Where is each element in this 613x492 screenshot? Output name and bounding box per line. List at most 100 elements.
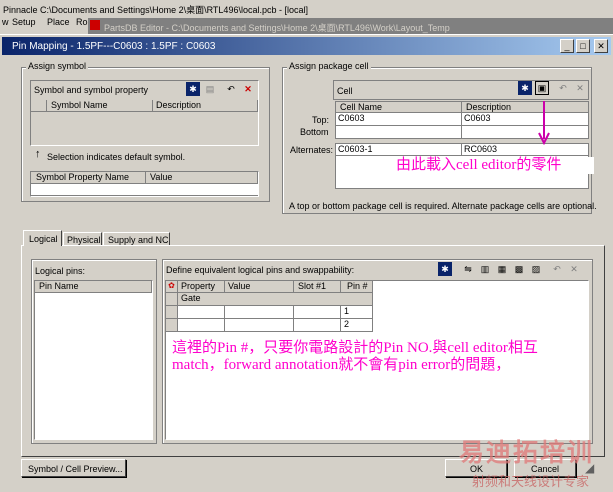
dialog-titlebar: Pin Mapping - 1.5PF---C0603 : 1.5PF : C0… <box>2 37 611 55</box>
cell-col-name[interactable]: Cell Name <box>335 101 462 113</box>
cell-label-text: Cell <box>337 86 353 96</box>
top-label: Top: <box>312 115 330 125</box>
symbol-toolbar: ✱ ▤ ↶ ✕ <box>186 82 255 96</box>
alt-cell-desc[interactable]: RC0603 <box>462 143 589 156</box>
symbol-col-name[interactable]: Symbol Name <box>47 100 153 112</box>
bg-menu-ro[interactable]: Ro <box>76 17 88 27</box>
tab-physical[interactable]: Physical <box>63 232 102 245</box>
grid-icon: ▩ <box>514 263 524 274</box>
gate-label: Gate <box>178 293 373 306</box>
pins-col-slot1[interactable]: Slot #1 <box>294 281 341 293</box>
close-icon: ✕ <box>597 40 605 51</box>
symbol-open-button[interactable]: ▤ <box>203 82 217 96</box>
new-symbol-button[interactable]: ✱ <box>186 82 200 96</box>
load-cell-icon: ▣ <box>537 82 547 93</box>
define-pins-label: Define equivalent logical pins and swapp… <box>166 265 355 275</box>
maximize-icon: □ <box>580 41 586 51</box>
annotation-arrow <box>538 101 550 145</box>
top-cell-desc[interactable]: C0603 <box>462 113 589 126</box>
pins-tile-button[interactable]: ▨ <box>529 262 543 276</box>
minimize-icon: _ <box>564 41 570 51</box>
gate-row-header[interactable] <box>166 293 178 306</box>
bg-app-title: Pinnacle C:\Documents and Settings\Home … <box>3 5 308 15</box>
pins-copy-button[interactable]: ▥ <box>478 262 492 276</box>
annotation-load-cell: 由此載入cell editor的零件 <box>396 157 594 174</box>
alt-cell-name[interactable]: C0603-1 <box>335 143 462 156</box>
folder-icon: ▤ <box>205 83 215 94</box>
load-cell-button[interactable]: ▣ <box>535 81 549 95</box>
pins-col-property[interactable]: Property <box>178 281 225 293</box>
cell-delete-button[interactable]: ✕ <box>573 81 587 95</box>
cell-undo-button[interactable]: ↶ <box>556 81 570 95</box>
pin-row-2-slot[interactable] <box>294 319 341 332</box>
tab-logical[interactable]: Logical <box>23 230 62 246</box>
minimize-button[interactable]: _ <box>560 39 574 53</box>
pin-row-2-property[interactable] <box>178 319 225 332</box>
pins-undo-button[interactable]: ↶ <box>550 262 564 276</box>
undo-icon: ↶ <box>559 82 567 93</box>
clipboard-icon: ▥ <box>480 263 490 274</box>
maximize-button[interactable]: □ <box>576 39 590 53</box>
bg-menu-place[interactable]: Place <box>47 17 70 27</box>
close-button[interactable]: ✕ <box>594 39 608 53</box>
symbol-col-desc[interactable]: Description <box>153 100 258 112</box>
pin-row-2-pin[interactable]: 2 <box>341 319 373 332</box>
assign-package-title: Assign package cell <box>287 61 371 71</box>
dialog-title: Pin Mapping - 1.5PF---C0603 : 1.5PF : C0… <box>12 41 216 52</box>
pin-row-1-value[interactable] <box>225 306 294 319</box>
settings-icon: ✿ <box>168 281 175 290</box>
top-cell-name[interactable]: C0603 <box>335 113 462 126</box>
tile-icon: ▨ <box>531 263 541 274</box>
pin-mapping-dialog: Pin Mapping - 1.5PF---C0603 : 1.5PF : C0… <box>0 34 613 492</box>
symbol-hint: Selection indicates default symbol. <box>47 152 186 162</box>
pins-col-value[interactable]: Value <box>225 281 294 293</box>
delete-icon: ✕ <box>244 83 252 94</box>
pins-new-button[interactable]: ✱ <box>438 262 452 276</box>
symbol-undo-button[interactable]: ↶ <box>224 82 238 96</box>
default-symbol-arrow-icon: ↑ <box>35 148 41 160</box>
symbol-property-row[interactable] <box>31 184 258 196</box>
symbol-property-col-value[interactable]: Value <box>146 172 258 184</box>
bg-menu-w[interactable]: w <box>2 17 9 27</box>
pin-row-1-pin[interactable]: 1 <box>341 306 373 319</box>
alternates-label: Alternates: <box>290 145 334 155</box>
pin-row-2-value[interactable] <box>225 319 294 332</box>
paste-icon: ▦ <box>497 263 507 274</box>
pins-grid-button[interactable]: ▩ <box>512 262 526 276</box>
tab-supply-nc[interactable]: Supply and NC <box>103 232 170 245</box>
pins-swap-button[interactable]: ⇋ <box>461 262 475 276</box>
pins-delete-button[interactable]: ✕ <box>567 262 581 276</box>
cell-toolbar: ✱ ▣ ↶ ✕ <box>518 81 587 95</box>
undo-icon: ↶ <box>227 83 235 94</box>
pin-name-col[interactable]: Pin Name <box>35 281 152 293</box>
partsdb-titlebar: PartsDB Editor - C:\Documents and Settin… <box>88 18 613 34</box>
logical-pins-label: Logical pins: <box>35 266 86 276</box>
pin-row-header-1[interactable] <box>166 306 178 319</box>
assign-symbol-title: Assign symbol <box>26 61 89 71</box>
delete-icon: ✕ <box>576 82 584 93</box>
partsdb-icon <box>90 20 100 30</box>
bg-menu-setup[interactable]: Setup <box>12 17 36 27</box>
watermark-line2: 射频和天线设计专家 <box>472 474 590 489</box>
pins-col-pin[interactable]: Pin # <box>341 281 373 293</box>
bottom-cell-desc[interactable] <box>462 126 589 139</box>
symbol-cell-preview-button[interactable]: Symbol / Cell Preview... <box>21 459 126 477</box>
pin-row-1-property[interactable] <box>178 306 225 319</box>
delete-icon: ✕ <box>570 263 578 274</box>
new-cell-button[interactable]: ✱ <box>518 81 532 95</box>
symbol-grid: Symbol and symbol property ✱ ▤ ↶ ✕ Symbo… <box>30 80 259 146</box>
pin-row-1-slot[interactable] <box>294 306 341 319</box>
cell-col-desc[interactable]: Description <box>462 101 589 113</box>
symbol-property-col-name[interactable]: Symbol Property Name <box>31 172 146 184</box>
pin-row-header-2[interactable] <box>166 319 178 332</box>
pins-paste-button[interactable]: ▦ <box>495 262 509 276</box>
bottom-cell-name[interactable] <box>335 126 462 139</box>
watermark-line1: 易迪拓培训 <box>459 439 595 467</box>
annotation-pin-match: 這裡的Pin #，只要你電路設計的Pin NO.與cell editor相互ma… <box>172 340 538 373</box>
logical-pins-list[interactable]: Pin Name <box>34 280 153 440</box>
symbol-delete-button[interactable]: ✕ <box>241 82 255 96</box>
pins-toolbar: ✱ ⇋ ▥ ▦ ▩ ▨ ↶ ✕ <box>438 262 581 276</box>
pins-grid-corner[interactable]: ✿ <box>166 281 178 293</box>
undo-icon: ↶ <box>553 263 561 274</box>
symbol-col-spacer <box>31 100 47 112</box>
